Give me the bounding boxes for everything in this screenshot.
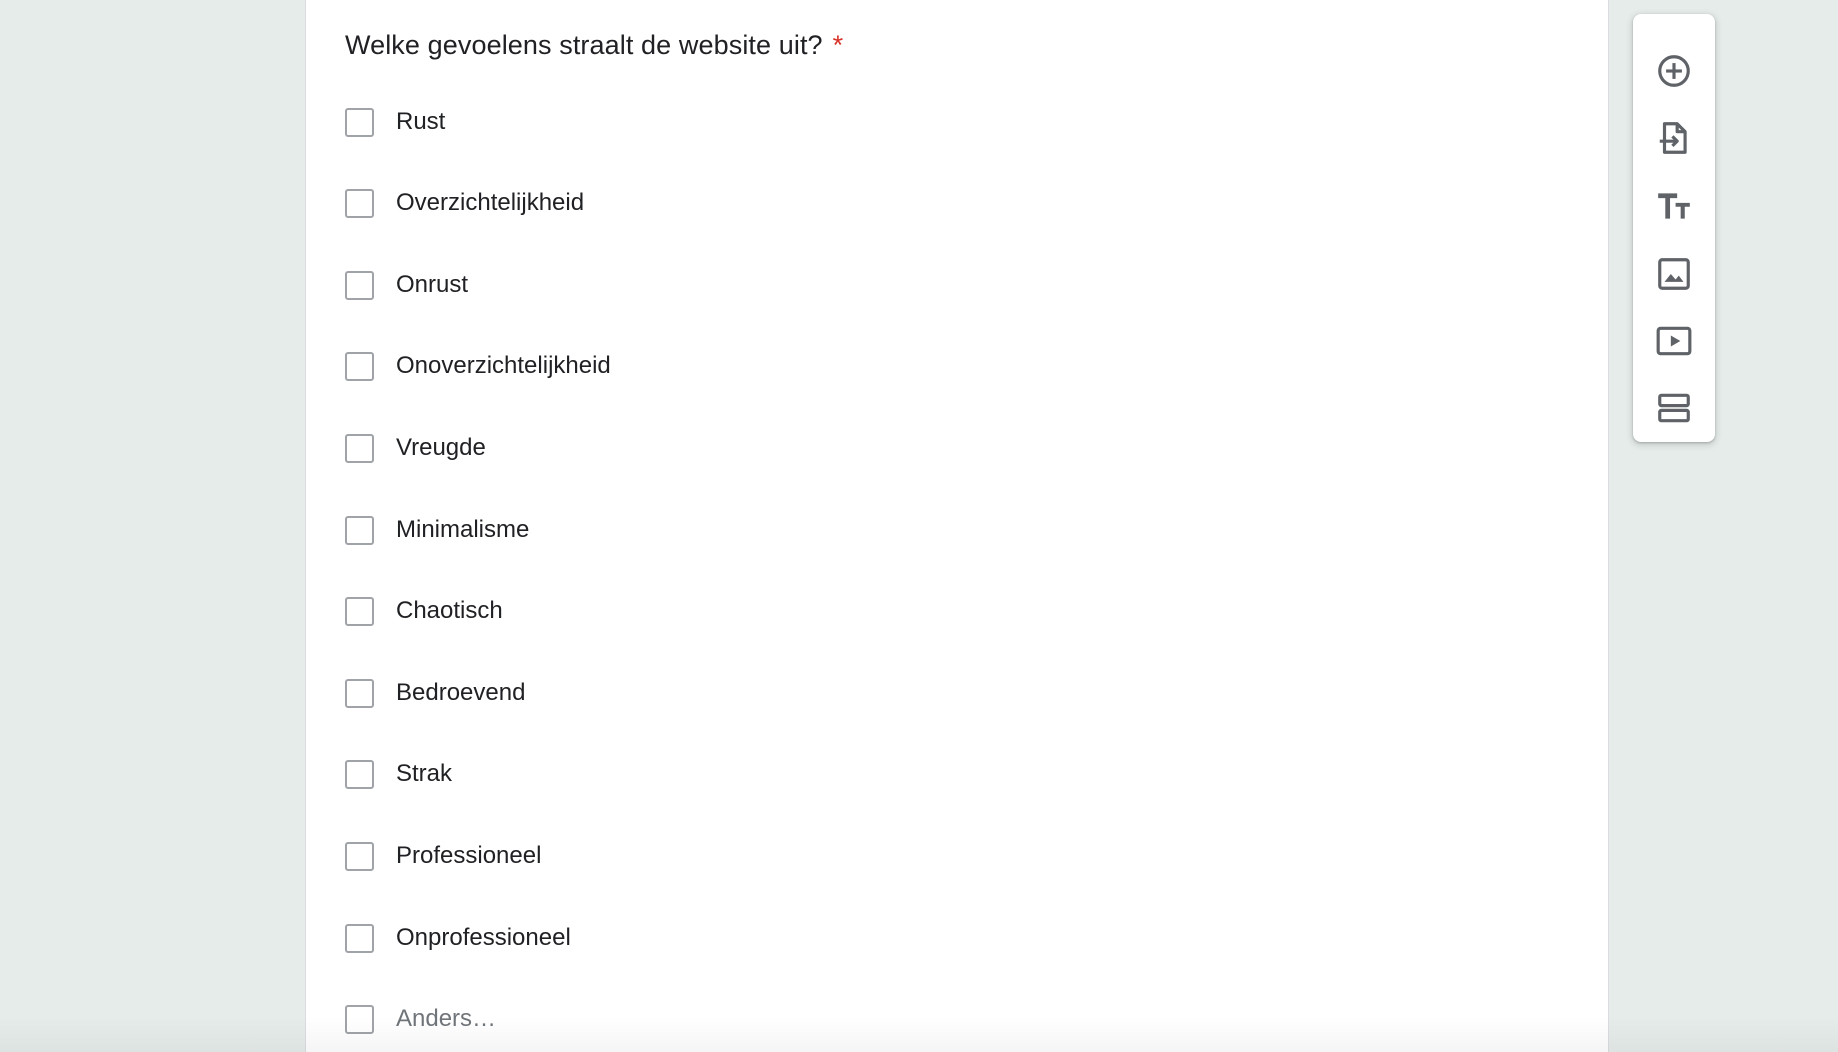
- option-label: Onrust: [396, 271, 469, 298]
- option-anders[interactable]: Anders…: [345, 999, 496, 1039]
- image-icon: [1658, 258, 1690, 290]
- add-title-button[interactable]: [1650, 182, 1698, 230]
- option-label: Professioneel: [396, 842, 542, 869]
- question-title: Welke gevoelens straalt de website uit? *: [345, 30, 843, 61]
- required-marker: *: [832, 30, 844, 60]
- option-label: Rust: [396, 108, 446, 135]
- checkbox[interactable]: [345, 270, 374, 300]
- form-page: Welke gevoelens straalt de website uit? *…: [0, 0, 1838, 1052]
- floating-toolbar: [1633, 14, 1715, 442]
- add-image-button[interactable]: [1650, 250, 1698, 298]
- checkbox[interactable]: [345, 759, 374, 789]
- option-rust[interactable]: Rust: [345, 102, 445, 142]
- option-overzichtelijkheid[interactable]: Overzichtelijkheid: [345, 183, 584, 223]
- option-onprofessioneel[interactable]: Onprofessioneel: [345, 918, 571, 958]
- option-label: Onoverzichtelijkheid: [396, 352, 611, 379]
- option-strak[interactable]: Strak: [345, 754, 452, 794]
- option-chaotisch[interactable]: Chaotisch: [345, 591, 503, 631]
- video-icon: [1656, 326, 1692, 356]
- option-label: Bedroevend: [396, 679, 526, 706]
- title-text-icon: [1658, 193, 1690, 219]
- import-questions-button[interactable]: [1650, 114, 1698, 162]
- option-label: Vreugde: [396, 434, 486, 461]
- option-label: Strak: [396, 760, 453, 787]
- checkbox[interactable]: [345, 351, 374, 381]
- section-icon: [1658, 393, 1690, 423]
- add-question-button[interactable]: [1650, 47, 1698, 95]
- option-label: Minimalisme: [396, 516, 530, 543]
- option-label: Chaotisch: [396, 597, 503, 624]
- checkbox[interactable]: [345, 433, 374, 463]
- checkbox[interactable]: [345, 923, 374, 953]
- checkbox[interactable]: [345, 841, 374, 871]
- import-questions-icon: [1659, 122, 1687, 154]
- option-label: Onprofessioneel: [396, 924, 571, 951]
- question-card: Welke gevoelens straalt de website uit? *…: [305, 0, 1609, 1052]
- checkbox[interactable]: [345, 107, 374, 137]
- option-label: Overzichtelijkheid: [396, 189, 585, 216]
- option-onrust[interactable]: Onrust: [345, 265, 468, 305]
- option-bedroevend[interactable]: Bedroevend: [345, 673, 525, 713]
- option-professioneel[interactable]: Professioneel: [345, 836, 541, 876]
- checkbox[interactable]: [345, 1004, 374, 1034]
- checkbox[interactable]: [345, 188, 374, 218]
- option-vreugde[interactable]: Vreugde: [345, 428, 486, 468]
- add-section-button[interactable]: [1650, 384, 1698, 432]
- option-minimalisme[interactable]: Minimalisme: [345, 510, 529, 550]
- checkbox[interactable]: [345, 596, 374, 626]
- question-title-text: Welke gevoelens straalt de website uit?: [345, 30, 823, 60]
- add-circle-icon: [1658, 55, 1690, 87]
- option-onoverzichtelijkheid[interactable]: Onoverzichtelijkheid: [345, 346, 611, 386]
- checkbox[interactable]: [345, 678, 374, 708]
- checkbox[interactable]: [345, 515, 374, 545]
- option-label-other: Anders…: [396, 1005, 497, 1032]
- add-video-button[interactable]: [1650, 317, 1698, 365]
